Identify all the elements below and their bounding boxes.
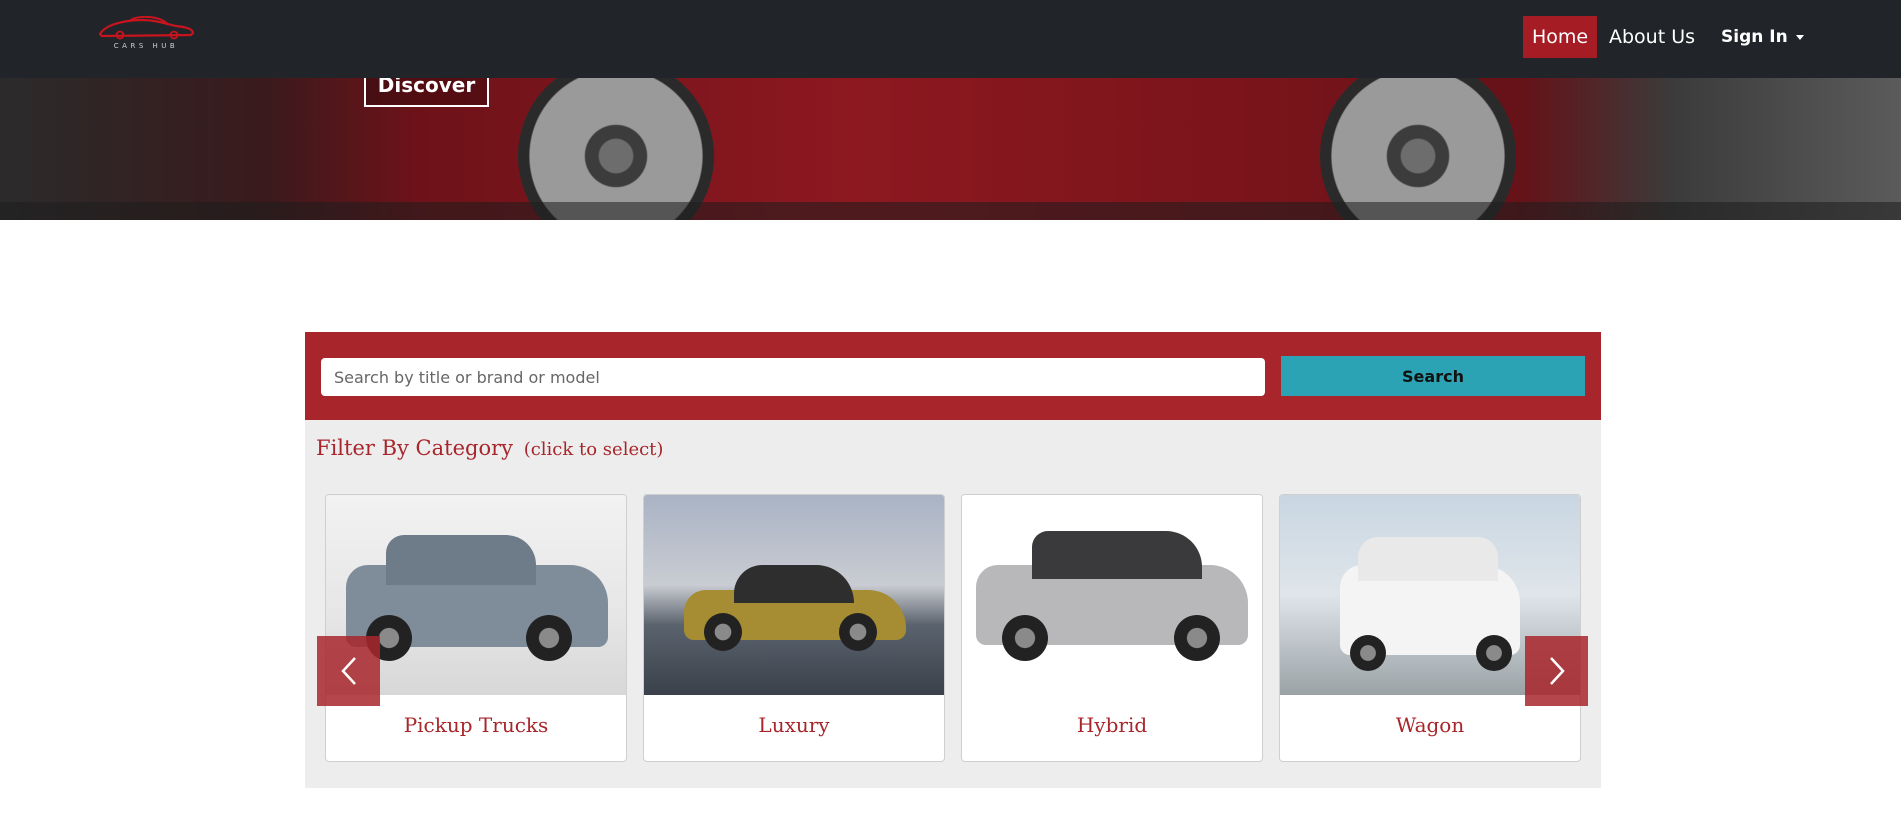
nav-home-link[interactable]: Home	[1523, 16, 1598, 58]
category-label: Luxury	[758, 713, 830, 737]
category-card-luxury[interactable]: Luxury	[643, 494, 945, 762]
navbar: CARS HUB Home About Us Sign In	[0, 0, 1901, 78]
carousel-prev-button[interactable]	[317, 636, 380, 706]
car-logo-icon	[98, 15, 195, 40]
hero-car-wheel-rear	[1320, 78, 1516, 220]
chevron-left-icon	[340, 657, 356, 685]
search-button[interactable]: Search	[1281, 356, 1585, 396]
filter-hint: (click to select)	[523, 439, 664, 460]
filter-title-text: Filter By Category	[316, 436, 513, 460]
category-card-pickup-trucks[interactable]: Pickup Trucks	[325, 494, 627, 762]
luxury-car-image	[644, 495, 944, 695]
logo[interactable]: CARS HUB	[96, 12, 196, 56]
nav-signin-dropdown[interactable]: Sign In	[1712, 16, 1813, 58]
filter-title: Filter By Category (click to select)	[316, 436, 663, 460]
carousel-next-button[interactable]	[1525, 636, 1588, 706]
hybrid-car-image	[962, 495, 1262, 695]
logo-text: CARS HUB	[113, 42, 179, 50]
caret-down-icon	[1795, 34, 1804, 40]
filter-panel: Filter By Category (click to select) Pic…	[305, 420, 1601, 788]
search-input[interactable]	[321, 358, 1265, 396]
chevron-right-icon	[1549, 657, 1565, 685]
hero-car-wheel-front	[518, 78, 714, 220]
category-card-hybrid[interactable]: Hybrid	[961, 494, 1263, 762]
hero-banner	[0, 78, 1901, 220]
signin-label: Sign In	[1721, 27, 1788, 47]
hero-ground	[0, 202, 1901, 220]
nav-about-link[interactable]: About Us	[1600, 16, 1704, 58]
category-card-wagon[interactable]: Wagon	[1279, 494, 1581, 762]
category-label: Hybrid	[1076, 713, 1148, 737]
search-bar: Search	[305, 332, 1601, 420]
